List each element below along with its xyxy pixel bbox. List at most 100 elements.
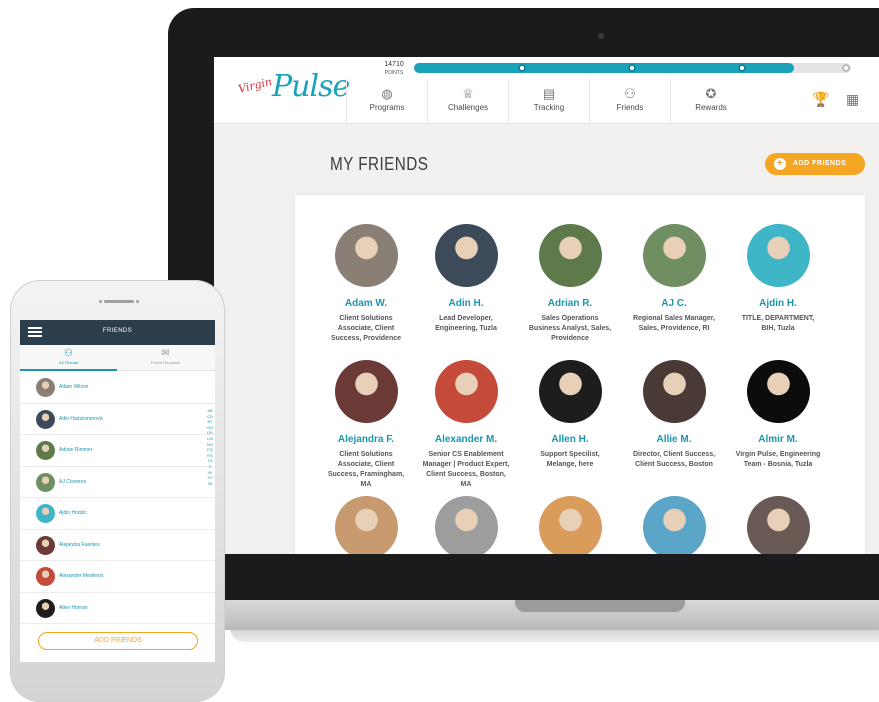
calendar-icon[interactable]: ▦	[846, 91, 859, 108]
tab-friend-requests[interactable]: ✉ Friend Requests	[117, 345, 214, 371]
friend-card[interactable]	[316, 496, 416, 554]
milestone-dot	[518, 64, 526, 72]
avatar	[36, 409, 55, 429]
laptop-notch	[515, 600, 685, 612]
avatar[interactable]	[334, 224, 398, 287]
friend-name[interactable]: AJ C.	[624, 298, 724, 309]
laptop-shadow	[230, 628, 879, 642]
nav-item-tracking[interactable]: ▤ Tracking	[508, 79, 589, 124]
points-value: 14710	[384, 61, 404, 68]
friend-card[interactable]: Alejandra F. Client Solutions Associate, …	[316, 360, 416, 490]
avatar[interactable]	[334, 360, 398, 423]
rewards-icon: ✪	[705, 86, 717, 101]
avatar[interactable]	[538, 224, 602, 287]
milestone-dot	[738, 64, 746, 72]
list-item[interactable]: Adin Hadzismerovic	[20, 404, 215, 435]
alphabet-index[interactable]: ABCDEFGHIJKLMNOPQRSTUVWXYZ#	[207, 408, 213, 608]
friend-title: Senior CS Enablement Manager | Product E…	[422, 451, 510, 488]
avatar	[36, 598, 55, 618]
friend-name[interactable]: Adrian R.	[520, 298, 620, 309]
friend-card[interactable]: Ajdin H. TITLE, DEPARTMENT, BIH, Tuzla	[728, 224, 828, 334]
friend-card[interactable]: Allen H. Support Specilist, Melange, here	[520, 360, 620, 470]
avatar[interactable]	[746, 496, 810, 554]
avatar[interactable]	[538, 360, 602, 423]
friend-card[interactable]: Adrian R. Sales Operations Business Analy…	[520, 224, 620, 344]
tab-all-friends[interactable]: ⚇ All Friends	[20, 345, 117, 371]
friend-name[interactable]: Adam W.	[316, 298, 416, 309]
list-item[interactable]: Allen Homan	[20, 593, 215, 624]
nav-label: Programs	[369, 103, 405, 112]
avatar[interactable]	[434, 224, 498, 287]
avatar[interactable]	[642, 360, 706, 423]
friend-card[interactable]	[728, 496, 828, 554]
friend-card[interactable]: Adin H. Lead Developer, Engineering, Tuzl…	[416, 224, 516, 334]
trophy-icon: ♕	[462, 86, 474, 101]
friend-title: TITLE, DEPARTMENT, BIH, Tuzla	[741, 315, 815, 332]
friend-card[interactable]	[416, 496, 516, 554]
phone-tabs: ⚇ All Friends ✉ Friend Requests	[20, 345, 215, 371]
friend-card[interactable]: Almir M. Virgin Pulse, Engineering Team -…	[728, 360, 828, 470]
friend-name[interactable]: Allie M.	[624, 434, 724, 445]
friend-card[interactable]	[520, 496, 620, 554]
tab-all-friends-label: All Friends	[59, 360, 78, 365]
list-item[interactable]: Adam Wilson	[20, 372, 215, 404]
avatar[interactable]	[746, 224, 810, 287]
friends-icon: ⚇	[624, 86, 636, 101]
list-item[interactable]: Ajdin Hodzic	[20, 498, 215, 530]
laptop-bezel	[168, 553, 879, 603]
main-nav: ◍ Programs ♕ Challenges ▤ Tracking ⚇ Friends ✪ Re…	[346, 79, 751, 124]
friend-name[interactable]: Adin H.	[416, 298, 516, 309]
friend-title: Support Specilist, Melange, here	[540, 451, 600, 468]
logo-pulse-text: Pulse	[272, 69, 350, 104]
friend-name[interactable]: Alejandra F.	[316, 434, 416, 445]
friend-name[interactable]: Almir M.	[728, 434, 828, 445]
friend-name[interactable]: Allen H.	[520, 434, 620, 445]
friends-grid: Adam W. Client Solutions Associate, Clien…	[295, 195, 865, 554]
nav-item-challenges[interactable]: ♕ Challenges	[427, 79, 508, 124]
friend-title: Director, Client Success, Client Success…	[632, 451, 716, 468]
list-item-name: Adam Wilson	[59, 384, 89, 390]
list-item[interactable]: AJ Cisneros	[20, 467, 215, 498]
friend-title: Sales Operations Business Analyst, Sales…	[528, 315, 612, 342]
nav-item-programs[interactable]: ◍ Programs	[346, 79, 427, 124]
list-item[interactable]: Alejandra Fuentes	[20, 530, 215, 561]
friend-card[interactable]	[624, 496, 724, 554]
avatar	[36, 535, 55, 555]
logo-virgin-text: Virgin	[236, 75, 274, 96]
friend-title: Virgin Pulse, Engineering Team - Bosnia,…	[735, 451, 821, 468]
nav-item-friends[interactable]: ⚇ Friends	[589, 79, 670, 124]
nav-label: Rewards	[695, 103, 727, 112]
envelope-icon: ✉	[161, 348, 170, 359]
friend-title: Regional Sales Manager, Sales, Providenc…	[632, 315, 716, 332]
avatar[interactable]	[538, 496, 602, 554]
friend-card[interactable]: Adam W. Client Solutions Associate, Clien…	[316, 224, 416, 344]
list-item-name: Allen Homan	[59, 604, 88, 611]
virgin-pulse-logo[interactable]: Virgin Pulse	[236, 69, 358, 113]
avatar[interactable]	[642, 224, 706, 287]
nav-label: Tracking	[533, 103, 565, 112]
list-item[interactable]: Adrian Rimmer	[20, 435, 215, 467]
phone-screen-title: FRIENDS	[102, 328, 133, 334]
milestone-dot	[628, 64, 636, 72]
avatar[interactable]	[434, 496, 498, 554]
nav-label: Challenges	[447, 103, 489, 112]
add-friends-button[interactable]: + ADD FRIENDS	[765, 153, 865, 175]
friend-name[interactable]: Alexander M.	[416, 434, 516, 445]
nav-item-rewards[interactable]: ✪ Rewards	[670, 79, 751, 124]
avatar[interactable]	[334, 496, 398, 554]
friend-card[interactable]: Alexander M. Senior CS Enablement Manager…	[416, 360, 516, 490]
avatar	[36, 472, 55, 492]
avatar[interactable]	[434, 360, 498, 423]
phone-add-friends-button[interactable]: ADD FRIENDS	[38, 632, 198, 650]
avatar[interactable]	[642, 496, 706, 554]
friend-card[interactable]: AJ C. Regional Sales Manager, Sales, Prov…	[624, 224, 724, 334]
app-header: Virgin Pulse 14710 POINTS ◍ Programs ♕ Chal…	[214, 57, 879, 124]
list-item[interactable]: Alexander Medeiros	[20, 561, 215, 593]
friend-name[interactable]: Ajdin H.	[728, 298, 828, 309]
trophy-icon[interactable]: 🏆	[812, 91, 829, 108]
friend-title: Client Solutions Associate, Client Succe…	[327, 451, 405, 488]
friend-card[interactable]: Allie M. Director, Client Success, Client…	[624, 360, 724, 470]
nav-label: Friends	[616, 103, 644, 112]
avatar[interactable]	[746, 360, 810, 423]
marketing-composite: Virgin Pulse 14710 POINTS ◍ Programs ♕ Chal…	[0, 0, 879, 702]
